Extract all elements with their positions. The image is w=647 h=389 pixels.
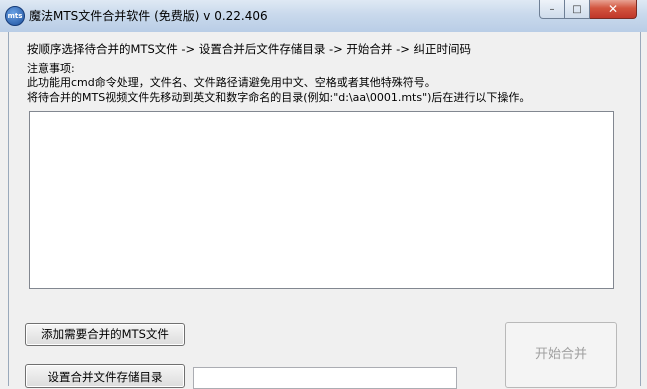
maximize-icon: □ (572, 3, 582, 15)
close-button[interactable]: ✕ (590, 0, 637, 19)
steps-text: 按顺序选择待合并的MTS文件 -> 设置合并后文件存储目录 -> 开始合并 ->… (27, 42, 472, 56)
app-icon: mts (5, 6, 25, 26)
file-list-box[interactable] (29, 111, 614, 289)
minimize-button[interactable]: – (539, 0, 565, 19)
set-output-dir-button[interactable]: 设置合并文件存储目录 (25, 364, 185, 388)
start-merge-button[interactable]: 开始合并 (505, 322, 617, 388)
window-controls: – □ ✕ (539, 0, 639, 20)
minimize-icon: – (549, 3, 555, 15)
maximize-button[interactable]: □ (565, 0, 590, 19)
note-line-1: 此功能用cmd命令处理，文件名、文件路径请避免用中文、空格或者其他特殊符号。 (27, 76, 436, 89)
title-bar[interactable]: mts 魔法MTS文件合并软件 (免费版) v 0.22.406 – □ ✕ (0, 0, 647, 32)
close-icon: ✕ (607, 2, 619, 16)
window-title: 魔法MTS文件合并软件 (免费版) v 0.22.406 (29, 9, 268, 23)
note-line-2: 将待合并的MTS视频文件先移动到英文和数字命名的目录(例如:"d:\aa\000… (27, 91, 531, 104)
add-mts-files-button[interactable]: 添加需要合并的MTS文件 (25, 323, 185, 346)
